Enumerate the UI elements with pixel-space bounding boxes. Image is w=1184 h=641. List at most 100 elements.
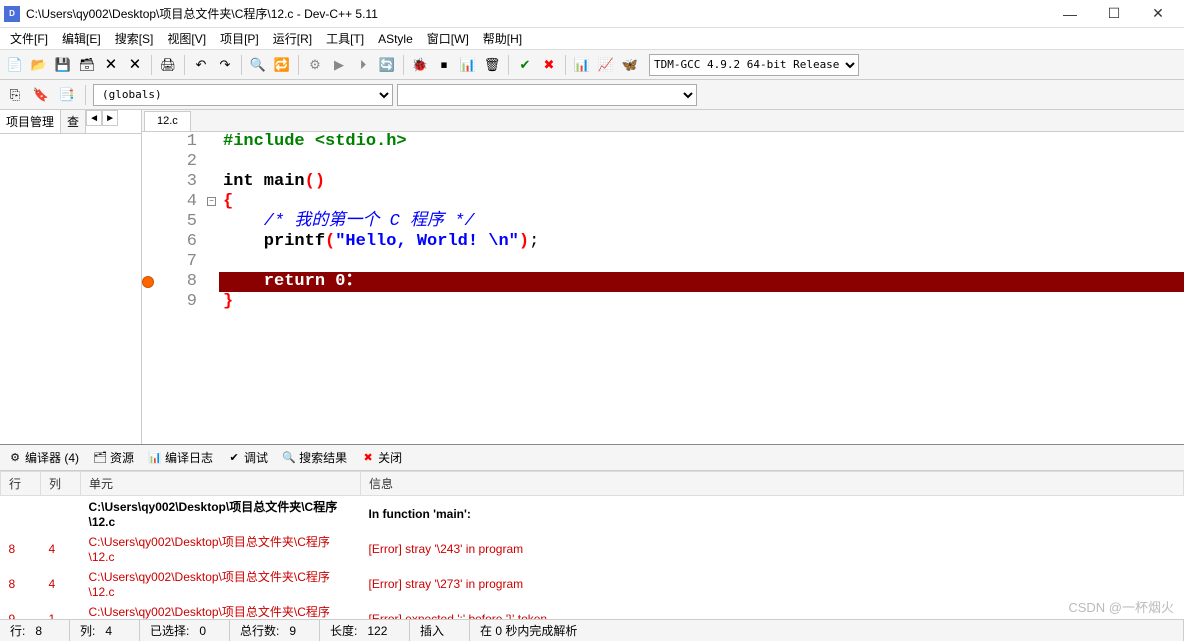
compiler-select[interactable]: TDM-GCC 4.9.2 64-bit Release [649,54,859,76]
compile-icon[interactable]: ⚙ [304,54,326,76]
cross-icon[interactable]: ✖ [538,54,560,76]
minimize-button[interactable]: — [1048,0,1092,28]
print-icon[interactable]: 🖨 [157,54,179,76]
new-file-icon[interactable]: 📄 [4,54,26,76]
redo-icon[interactable]: ↷ [214,54,236,76]
col-col[interactable]: 列 [41,472,81,496]
error-marker-icon [142,276,154,288]
butterfly-icon[interactable]: 🦋 [619,54,641,76]
code-line-8-error: return 0： [219,272,1184,292]
close-file-icon[interactable]: 🗙 [100,54,122,76]
status-len: 122 [367,624,387,638]
menu-project[interactable]: 项目[P] [214,28,265,49]
close-tab-icon: ✖ [361,451,375,465]
menu-file[interactable]: 文件[F] [4,28,54,49]
file-tabs: 12.c [142,110,1184,132]
close-button[interactable]: ✕ [1136,0,1180,28]
menubar: 文件[F] 编辑[E] 搜索[S] 视图[V] 项目[P] 运行[R] 工具[T… [0,28,1184,50]
save-icon[interactable]: 💾 [52,54,74,76]
compile-run-icon[interactable]: ⏵ [352,54,374,76]
status-sel: 0 [199,624,206,638]
bookmark-icon[interactable]: 🔖 [30,84,52,106]
menu-edit[interactable]: 编辑[E] [56,28,107,49]
titlebar: D C:\Users\qy002\Desktop\项目总文件夹\C程序\12.c… [0,0,1184,28]
close-all-icon[interactable]: 🗙 [124,54,146,76]
trash-icon[interactable]: 🗑 [481,54,503,76]
code-line-3: int main() [219,172,1184,192]
line-gutter: 123456789 [160,132,205,444]
code-line-9: } [219,292,1184,312]
tab-class[interactable]: 查 [61,110,86,133]
chart2-icon[interactable]: 📈 [595,54,617,76]
check-icon[interactable]: ✔ [514,54,536,76]
globals-select[interactable]: (globals) [93,84,393,106]
log-tab-icon: 📊 [148,451,162,465]
bottom-panel: ⚙编译器 (4) 🗂资源 📊编译日志 ✔调试 🔍搜索结果 ✖关闭 行 列 单元 … [0,444,1184,619]
statusbar: 行: 8 列: 4 已选择: 0 总行数: 9 长度: 122 插入 在 0 秒… [0,619,1184,641]
code-line-6: printf("Hello, World! \n"); [219,232,1184,252]
scope-select[interactable] [397,84,697,106]
rebuild-icon[interactable]: 🔄 [376,54,398,76]
menu-astyle[interactable]: AStyle [372,30,419,48]
debug-icon[interactable]: 🐞 [409,54,431,76]
file-tab-12c[interactable]: 12.c [144,111,191,131]
search-tab-icon: 🔍 [282,451,296,465]
tab-prev-icon[interactable]: ◄ [86,110,102,126]
tab-project[interactable]: 项目管理 [0,110,61,133]
compiler-tab-icon: ⚙ [8,451,22,465]
menu-tools[interactable]: 工具[T] [320,28,370,49]
code-line-4: { [219,192,1184,212]
table-row[interactable]: 84C:\Users\qy002\Desktop\项目总文件夹\C程序\12.c… [1,566,1184,601]
tab-debug[interactable]: ✔调试 [223,447,272,468]
tab-searchresults[interactable]: 🔍搜索结果 [278,447,351,468]
resources-tab-icon: 🗂 [93,451,107,465]
menu-search[interactable]: 搜索[S] [109,28,160,49]
col-line[interactable]: 行 [1,472,41,496]
menu-window[interactable]: 窗口[W] [421,28,475,49]
status-parse: 在 0 秒内完成解析 [470,620,1184,641]
chart1-icon[interactable]: 📊 [571,54,593,76]
tab-next-icon[interactable]: ► [102,110,118,126]
bookmarks-icon[interactable]: 📑 [56,84,78,106]
goto-icon[interactable]: ⎘ [4,84,26,106]
code-line-5: /* 我的第一个 C 程序 */ [219,212,1184,232]
save-all-icon[interactable]: 🗃 [76,54,98,76]
code-line-7 [219,252,1184,272]
fold-column: − [205,132,219,444]
code-editor[interactable]: 123456789 − #include <stdio.h> int main(… [142,132,1184,444]
status-col: 4 [105,624,112,638]
status-insert: 插入 [410,620,470,641]
status-line: 8 [35,624,42,638]
code-line-2 [219,152,1184,172]
menu-run[interactable]: 运行[R] [267,28,318,49]
fold-icon[interactable]: − [207,197,216,206]
secondary-toolbar: ⎘ 🔖 📑 (globals) [0,80,1184,110]
table-row[interactable]: 91C:\Users\qy002\Desktop\项目总文件夹\C程序\12.c… [1,601,1184,619]
col-msg[interactable]: 信息 [361,472,1184,496]
maximize-button[interactable]: ☐ [1092,0,1136,28]
tab-compiler[interactable]: ⚙编译器 (4) [4,447,83,468]
status-total: 9 [289,624,296,638]
tab-compilelog[interactable]: 📊编译日志 [144,447,217,468]
stop-icon[interactable]: ⏹ [433,54,455,76]
undo-icon[interactable]: ↶ [190,54,212,76]
window-title: C:\Users\qy002\Desktop\项目总文件夹\C程序\12.c -… [26,5,1048,22]
menu-help[interactable]: 帮助[H] [477,28,528,49]
find-icon[interactable]: 🔍 [247,54,269,76]
main-toolbar: 📄 📂 💾 🗃 🗙 🗙 🖨 ↶ ↷ 🔍 🔁 ⚙ ▶ ⏵ 🔄 🐞 ⏹ 📊 🗑 ✔ … [0,50,1184,80]
tab-close[interactable]: ✖关闭 [357,447,406,468]
profile-icon[interactable]: 📊 [457,54,479,76]
debug-tab-icon: ✔ [227,451,241,465]
open-icon[interactable]: 📂 [28,54,50,76]
app-icon: D [4,6,20,22]
table-row[interactable]: 84C:\Users\qy002\Desktop\项目总文件夹\C程序\12.c… [1,531,1184,566]
code-line-1: #include <stdio.h> [223,132,407,151]
tab-resources[interactable]: 🗂资源 [89,447,138,468]
table-row[interactable]: C:\Users\qy002\Desktop\项目总文件夹\C程序\12.cIn… [1,496,1184,532]
replace-icon[interactable]: 🔁 [271,54,293,76]
menu-view[interactable]: 视图[V] [161,28,212,49]
col-unit[interactable]: 单元 [81,472,361,496]
run-icon[interactable]: ▶ [328,54,350,76]
compiler-output-table[interactable]: 行 列 单元 信息 C:\Users\qy002\Desktop\项目总文件夹\… [0,471,1184,619]
left-panel: 项目管理 查 ◄ ► [0,110,142,444]
